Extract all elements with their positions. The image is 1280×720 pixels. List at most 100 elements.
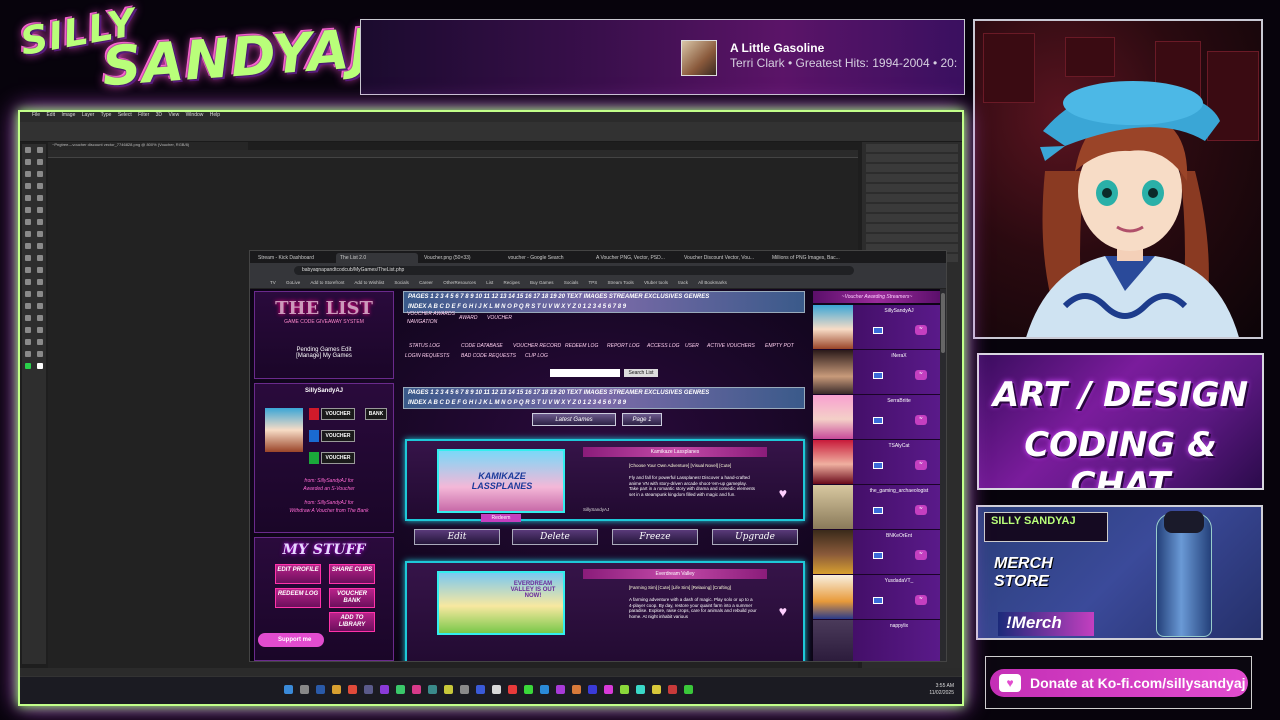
- app-icon[interactable]: [540, 685, 549, 694]
- bookmark[interactable]: track: [678, 280, 688, 285]
- bookmark[interactable]: Socials: [564, 280, 579, 285]
- menu-filter[interactable]: Filter: [138, 112, 149, 118]
- app-icon[interactable]: [668, 685, 677, 694]
- delete-game-button[interactable]: Delete: [512, 529, 598, 545]
- browser-tab[interactable]: Stream - Kick Dashboard: [254, 253, 334, 263]
- voucher-button[interactable]: VOUCHER: [321, 408, 355, 420]
- nav-link[interactable]: VOUCHER AWARDS: [407, 311, 455, 317]
- redeem-log-button[interactable]: REDEEM LOG: [275, 588, 321, 608]
- bank-button[interactable]: BANK: [365, 408, 387, 420]
- address-bar[interactable]: babyaqnapandtcodcub/MyGames/TheList.php: [294, 266, 854, 275]
- bookmark[interactable]: Add to Storefront: [310, 280, 344, 285]
- app-icon[interactable]: [684, 685, 693, 694]
- nav-link[interactable]: STATUS LOG: [409, 343, 440, 349]
- app-icon[interactable]: [588, 685, 597, 694]
- bookmark[interactable]: Vtuber tools: [644, 280, 668, 285]
- start-icon[interactable]: [284, 685, 293, 694]
- menu-image[interactable]: Image: [61, 112, 75, 118]
- nav-link[interactable]: LOGIN REQUESTS: [405, 353, 449, 359]
- bookmark[interactable]: Socials: [394, 280, 409, 285]
- game-thumbnail[interactable]: EVERDREAM VALLEY IS OUT NOW!: [437, 571, 565, 635]
- browser-tab[interactable]: A Voucher PNG, Vector, PSD...: [592, 253, 678, 263]
- browser-tab[interactable]: voucher - Google Search: [504, 253, 590, 263]
- twitch-icon[interactable]: tv: [915, 415, 927, 425]
- app-icon[interactable]: [556, 685, 565, 694]
- app-icon[interactable]: [572, 685, 581, 694]
- streamer-row[interactable]: SerraBriite tv: [813, 395, 941, 440]
- search-input[interactable]: [550, 369, 620, 377]
- file-explorer-icon[interactable]: [332, 685, 341, 694]
- browser-scrollbar[interactable]: [940, 289, 946, 661]
- nav-link[interactable]: REPORT LOG: [607, 343, 640, 349]
- app-icon[interactable]: [412, 685, 421, 694]
- bookmark[interactable]: Career: [419, 280, 433, 285]
- streamer-row[interactable]: the_gaming_archaeologist tv: [813, 485, 941, 530]
- streamer-row[interactable]: YusdadaVT_ tv: [813, 575, 941, 620]
- app-icon[interactable]: [364, 685, 373, 694]
- menu-window[interactable]: Window: [186, 112, 204, 118]
- app-icon[interactable]: [620, 685, 629, 694]
- menu-view[interactable]: View: [168, 112, 179, 118]
- upgrade-game-button[interactable]: Upgrade: [712, 529, 798, 545]
- bookmark[interactable]: Buy Games: [530, 280, 554, 285]
- taskbar-clock[interactable]: 3:55 AM 11/02/2025: [929, 683, 954, 697]
- browser-tab-active[interactable]: The List 2.0: [336, 253, 418, 263]
- add-to-library-button[interactable]: ADD TO LIBRARY: [329, 612, 375, 632]
- manage-games-link[interactable]: [Manage] My Games: [255, 353, 393, 359]
- photoshop-toolbar[interactable]: [22, 144, 46, 664]
- app-icon[interactable]: [636, 685, 645, 694]
- voucher-bank-button[interactable]: VOUCHER BANK: [329, 588, 375, 608]
- menu-3d[interactable]: 3D: [156, 112, 162, 118]
- edit-game-button[interactable]: Edit: [414, 529, 500, 545]
- twitch-icon[interactable]: tv: [915, 460, 927, 470]
- app-icon[interactable]: [492, 685, 501, 694]
- streamer-row[interactable]: TSAlyCat tv: [813, 440, 941, 485]
- nav-link[interactable]: USER: [685, 343, 699, 349]
- menu-layer[interactable]: Layer: [82, 112, 95, 118]
- bookmark[interactable]: TPS: [589, 280, 598, 285]
- bookmark[interactable]: TV: [270, 280, 276, 285]
- bookmark[interactable]: Add to Wishlist: [354, 280, 384, 285]
- browser-tab[interactable]: Millions of PNG Images, Bac...: [768, 253, 854, 263]
- like-heart-icon[interactable]: ♥: [779, 603, 787, 619]
- nav-link[interactable]: ACTIVE VOUCHERS: [707, 343, 755, 349]
- chrome-icon[interactable]: [348, 685, 357, 694]
- app-icon[interactable]: [508, 685, 517, 694]
- list-logo[interactable]: THE LIST: [255, 298, 393, 319]
- app-icon[interactable]: [476, 685, 485, 694]
- kofi-donate-label[interactable]: Donate at Ko-fi.com/sillysandyaj: [990, 669, 1248, 697]
- browser-tab[interactable]: Voucher Discount Vector, Vou...: [680, 253, 766, 263]
- nav-link[interactable]: CODE DATABASE: [461, 343, 503, 349]
- twitch-icon[interactable]: tv: [915, 370, 927, 380]
- twitch-icon[interactable]: tv: [915, 595, 927, 605]
- streamer-row[interactable]: SillySandyAJ tv: [813, 305, 941, 350]
- nav-link[interactable]: VOUCHER: [487, 315, 512, 321]
- pages-index-nav-2[interactable]: PAGES 1 2 3 4 5 6 7 8 9 10 11 12 13 14 1…: [403, 387, 805, 409]
- streamer-row[interactable]: nappylix: [813, 620, 941, 661]
- like-heart-icon[interactable]: ♥: [779, 485, 787, 501]
- nav-link[interactable]: CLIP LOG: [525, 353, 548, 359]
- twitch-icon[interactable]: tv: [915, 550, 927, 560]
- nav-link[interactable]: EMPTY POT: [765, 343, 794, 349]
- app-icon[interactable]: [380, 685, 389, 694]
- twitch-icon[interactable]: tv: [915, 505, 927, 515]
- r-voucher-button[interactable]: VOUCHER: [321, 452, 355, 464]
- page-selector[interactable]: Page 1: [622, 413, 662, 426]
- twitch-icon[interactable]: tv: [915, 325, 927, 335]
- browser-tab[interactable]: Voucher.png (50×33): [420, 253, 502, 263]
- share-clips-button[interactable]: SHARE CLIPS: [329, 564, 375, 584]
- menu-file[interactable]: File: [32, 112, 40, 118]
- nav-link[interactable]: AWARD: [459, 315, 477, 321]
- pages-index-nav[interactable]: PAGES 1 2 3 4 5 6 7 8 9 10 11 12 13 14 1…: [403, 291, 805, 313]
- bookmark[interactable]: Recipes: [504, 280, 520, 285]
- bookmark[interactable]: OtherResources: [443, 280, 476, 285]
- bookmark[interactable]: List: [486, 280, 493, 285]
- game-thumbnail[interactable]: KAMIKAZE LASSPLANES: [437, 449, 565, 513]
- support-me-button[interactable]: Support me: [258, 633, 324, 647]
- app-icon[interactable]: [396, 685, 405, 694]
- pages-row[interactable]: PAGES 1 2 3 4 5 6 7 8 9 10 11 12 13 14 1…: [404, 388, 804, 398]
- app-icon[interactable]: [524, 685, 533, 694]
- streamer-row[interactable]: BNKeOrEnt tv: [813, 530, 941, 575]
- menu-help[interactable]: Help: [210, 112, 220, 118]
- menu-edit[interactable]: Edit: [46, 112, 55, 118]
